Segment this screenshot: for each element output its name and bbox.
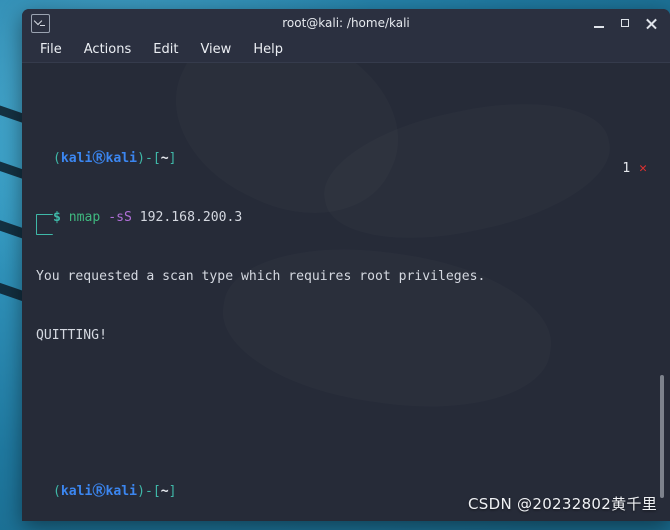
output-privileges: You requested a scan type which requires… bbox=[36, 268, 486, 284]
command-target: 192.168.200.3 bbox=[139, 210, 243, 226]
menu-actions[interactable]: Actions bbox=[84, 42, 132, 57]
scrollbar[interactable] bbox=[658, 63, 666, 521]
prompt-lbracket: [ bbox=[152, 151, 161, 167]
prompt-open-paren: ( bbox=[53, 151, 61, 167]
prompt-close-paren: ) bbox=[137, 151, 145, 167]
prompt-user: kali bbox=[60, 484, 93, 500]
menu-help[interactable]: Help bbox=[253, 42, 283, 57]
terminal-icon bbox=[31, 13, 50, 33]
prompt-close-paren: ) bbox=[137, 484, 145, 500]
prompt-dash: - bbox=[144, 151, 153, 167]
prompt-path: ~ bbox=[160, 484, 169, 500]
prompt-user: kali bbox=[60, 151, 93, 167]
prompt-at-icon: Ⓡ bbox=[92, 484, 106, 500]
prompt-symbol: $ bbox=[53, 210, 61, 226]
prompt-open-paren: ( bbox=[53, 484, 61, 500]
desktop: root@kali: /home/kali File Actions Edit … bbox=[0, 0, 670, 530]
prompt-lbracket: [ bbox=[152, 484, 161, 500]
menubar: File Actions Edit View Help bbox=[22, 37, 670, 63]
prompt-host: kali bbox=[105, 151, 138, 167]
command-nmap: nmap bbox=[68, 210, 101, 226]
prompt-line: (kaliⓇkali)-[~] bbox=[36, 149, 670, 169]
terminal-text: (kaliⓇkali)-[~] $ nmap -sS 192.168.200.3… bbox=[22, 63, 670, 521]
titlebar[interactable]: root@kali: /home/kali bbox=[22, 9, 670, 37]
menu-file[interactable]: File bbox=[40, 42, 62, 57]
exit-status-indicator: 1 ✕ bbox=[622, 161, 647, 176]
watermark: CSDN @20232802黄千里 bbox=[468, 495, 657, 513]
prompt-host: kali bbox=[105, 484, 138, 500]
command-line: $ nmap -sS 192.168.200.3 bbox=[36, 208, 670, 236]
output-line: You requested a scan type which requires… bbox=[36, 267, 670, 287]
terminal-window: root@kali: /home/kali File Actions Edit … bbox=[22, 9, 670, 521]
window-buttons bbox=[593, 17, 670, 30]
scrollbar-thumb[interactable] bbox=[660, 375, 664, 498]
menu-view[interactable]: View bbox=[200, 42, 231, 57]
maximize-button[interactable] bbox=[619, 17, 632, 30]
close-button[interactable] bbox=[645, 17, 658, 30]
exit-status-x-icon: ✕ bbox=[639, 161, 647, 176]
prompt-rbracket: ] bbox=[168, 484, 177, 500]
menu-edit[interactable]: Edit bbox=[153, 42, 178, 57]
terminal-output-area[interactable]: (kaliⓇkali)-[~] $ nmap -sS 192.168.200.3… bbox=[22, 63, 670, 521]
exit-status-code: 1 bbox=[622, 161, 631, 176]
minimize-button[interactable] bbox=[593, 17, 606, 30]
output-quitting: QUITTING! bbox=[36, 327, 107, 343]
prompt-rbracket: ] bbox=[168, 151, 177, 167]
command-flag: -sS bbox=[108, 210, 132, 226]
window-title: root@kali: /home/kali bbox=[282, 16, 410, 30]
prompt-at-icon: Ⓡ bbox=[92, 151, 106, 167]
prompt-path: ~ bbox=[160, 151, 169, 167]
prompt-dash: - bbox=[144, 484, 153, 500]
output-line: QUITTING! bbox=[36, 326, 670, 346]
